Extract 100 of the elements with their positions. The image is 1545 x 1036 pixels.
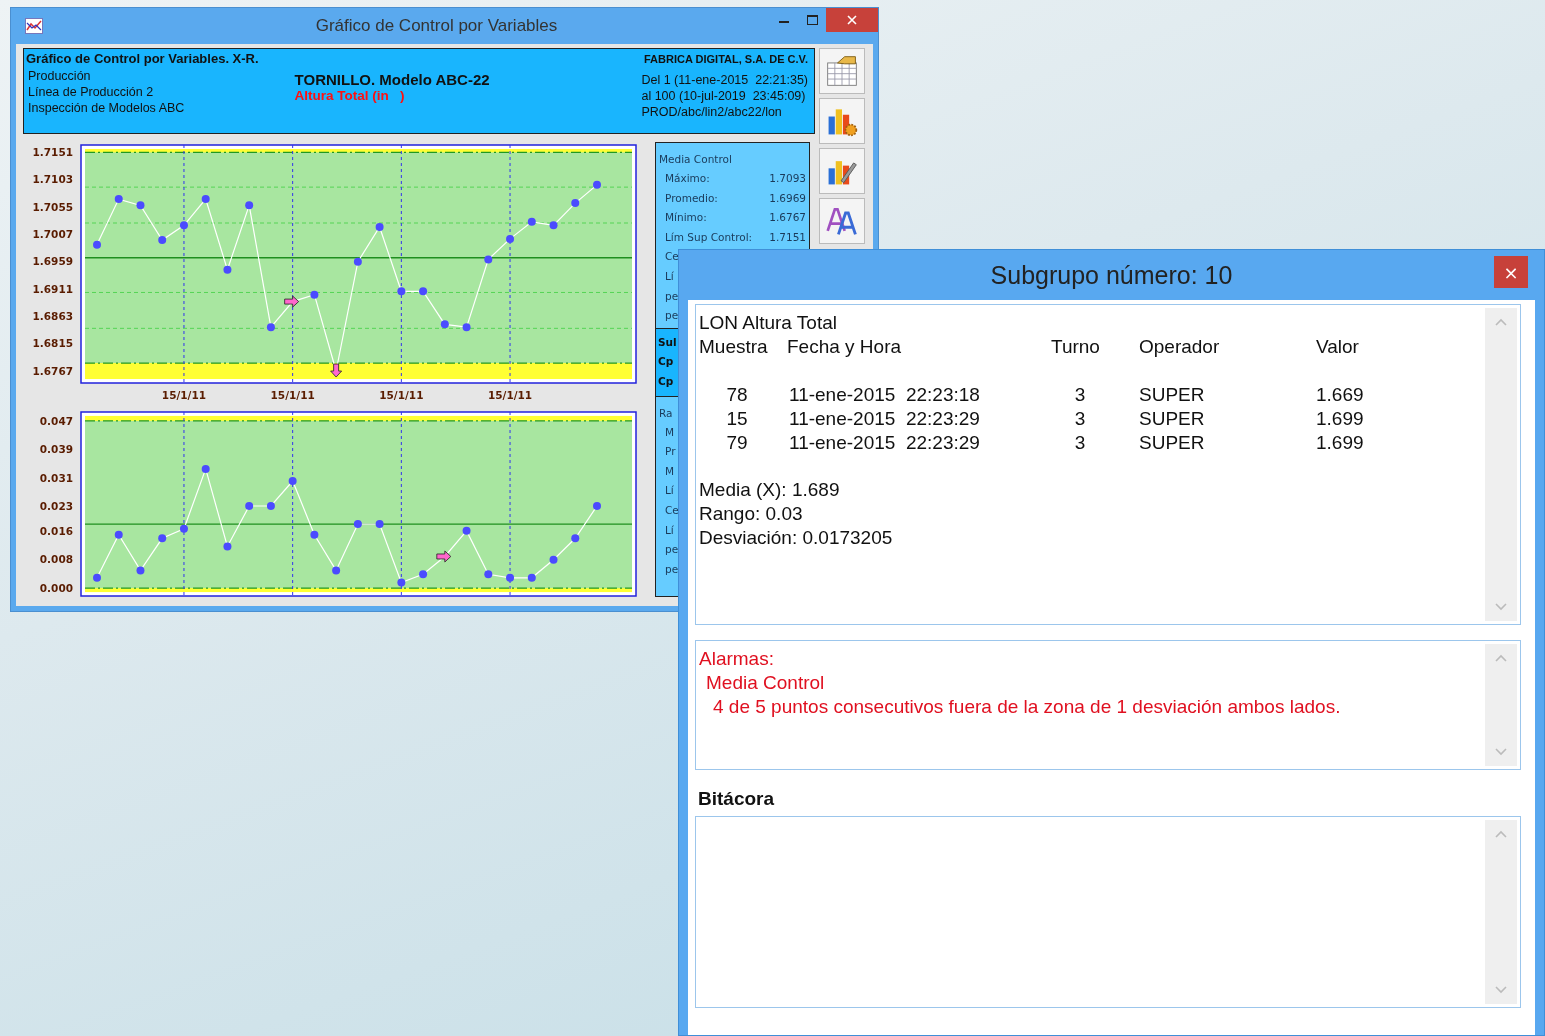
stat-label: Ce (665, 502, 679, 518)
stat-value: 1.6969 (769, 190, 806, 206)
sample-value: 1.699 (1316, 431, 1365, 455)
stat-label: M (665, 463, 675, 479)
data-point (593, 180, 601, 189)
data-point (136, 566, 145, 575)
scrollbar[interactable] (1485, 820, 1517, 1004)
data-point (179, 221, 188, 230)
data-point (419, 287, 428, 296)
stat-label: Ce (665, 249, 679, 265)
stat-label: Mínimo: (665, 210, 707, 226)
stat-label: Cp (658, 373, 674, 389)
log-label: Bitácora (698, 788, 775, 810)
stat-label: pe (665, 542, 679, 558)
axis-label: 15/1/11 (161, 389, 207, 401)
summary-line: Media (X): 1.689 (699, 478, 840, 502)
data-point (223, 542, 232, 551)
company-name: FABRICA DIGITAL, S.A. DE C.V. (644, 52, 808, 67)
stat-value: 1.7151 (769, 229, 806, 245)
close-button[interactable]: × (1494, 256, 1528, 288)
data-point (484, 255, 493, 264)
data-point (114, 195, 123, 204)
sample-value: 1.699 (1316, 407, 1365, 431)
chevron-down-icon (1495, 603, 1507, 611)
data-point (201, 195, 210, 204)
chevron-down-icon (1495, 748, 1507, 756)
scrollbar[interactable] (1485, 644, 1517, 766)
data-point (158, 236, 167, 245)
data-point (353, 257, 362, 266)
chart-settings-button[interactable] (819, 98, 865, 144)
axis-label: 1.7055 (32, 200, 73, 213)
data-point (201, 464, 210, 473)
stat-label: Máximo: (665, 171, 710, 186)
sample-number: 15 (725, 407, 749, 431)
chart-style-button[interactable] (819, 148, 865, 194)
characteristic-name: Altura Total (in ) (294, 88, 406, 104)
data-point (93, 573, 101, 582)
shift-number: 3 (1073, 383, 1087, 407)
data-point (223, 265, 232, 274)
column-header: Operador (1139, 335, 1221, 359)
stat-label: pe (665, 288, 679, 304)
alarm-message: 4 de 5 puntos consecutivos fuera de la zona de 1 desviación ambos lados. (712, 695, 1341, 719)
data-point (506, 234, 515, 243)
header-line: Producción (27, 68, 92, 84)
section-title: Ra (659, 405, 673, 421)
data-point (266, 323, 275, 332)
shift-number: 3 (1073, 431, 1087, 455)
data-point (353, 520, 362, 529)
table-button[interactable] (819, 48, 865, 94)
data-point (527, 217, 536, 226)
stat-label: Lím Sup Control: (665, 229, 753, 245)
stat-label: Sul (658, 334, 677, 350)
chevron-up-icon (1495, 654, 1507, 662)
maximize-icon (806, 15, 818, 25)
data-point (419, 570, 428, 579)
axis-label: 0.008 (39, 553, 73, 566)
data-point (375, 520, 384, 529)
data-point (440, 320, 449, 329)
data-point (288, 477, 297, 486)
axis-label: 0.000 (39, 581, 73, 594)
data-point (397, 578, 406, 587)
axis-label: 15/1/11 (379, 389, 424, 401)
section-title: Media Control (659, 152, 732, 167)
data-point (527, 573, 536, 582)
log-field[interactable] (695, 816, 1521, 1008)
axis-label: 1.6863 (32, 310, 73, 323)
range-line: al 100 (10-jul-2019 23:45:09) (640, 88, 806, 104)
chevron-up-icon (1495, 318, 1507, 326)
alarm-chart: Media Control (705, 671, 825, 695)
data-point (310, 290, 319, 299)
operator-name: SUPER (1139, 383, 1206, 407)
axis-label: 0.023 (39, 500, 73, 512)
stat-label: Lí (665, 483, 674, 499)
stat-label: M (665, 424, 675, 440)
data-point (179, 524, 188, 533)
column-header: Fecha y Hora (787, 335, 903, 359)
data-point (549, 221, 558, 230)
data-point (484, 570, 493, 579)
data-point (549, 555, 558, 564)
stat-label: Cp (658, 354, 674, 370)
summary-line: Desviación: 0.0173205 (699, 526, 893, 550)
axis-label: 0.047 (39, 414, 73, 427)
axis-label: 1.6959 (32, 255, 73, 268)
axis-label: 1.7103 (32, 173, 73, 186)
data-point (462, 526, 471, 535)
header-line: Línea de Producción 2 (27, 84, 155, 100)
font-button[interactable] (819, 198, 865, 244)
window-title: Gráfico de Control por Variables (315, 16, 558, 36)
sample-value: 1.669 (1316, 383, 1365, 407)
stat-value: 1.7093 (769, 171, 806, 186)
scrollbar[interactable] (1485, 308, 1517, 621)
range-line: Del 1 (11-ene-2015 22:21:35) (640, 72, 808, 88)
summary-line: Rango: 0.03 (699, 502, 803, 526)
axis-label: 1.6911 (32, 282, 73, 295)
axis-label: 15/1/11 (270, 389, 315, 401)
data-point (245, 201, 254, 210)
stat-value: 1.6767 (769, 210, 806, 226)
dialog-title: Subgrupo número: 10 (990, 260, 1233, 290)
sample-number: 78 (725, 383, 749, 407)
axis-label: 1.7151 (32, 146, 73, 159)
